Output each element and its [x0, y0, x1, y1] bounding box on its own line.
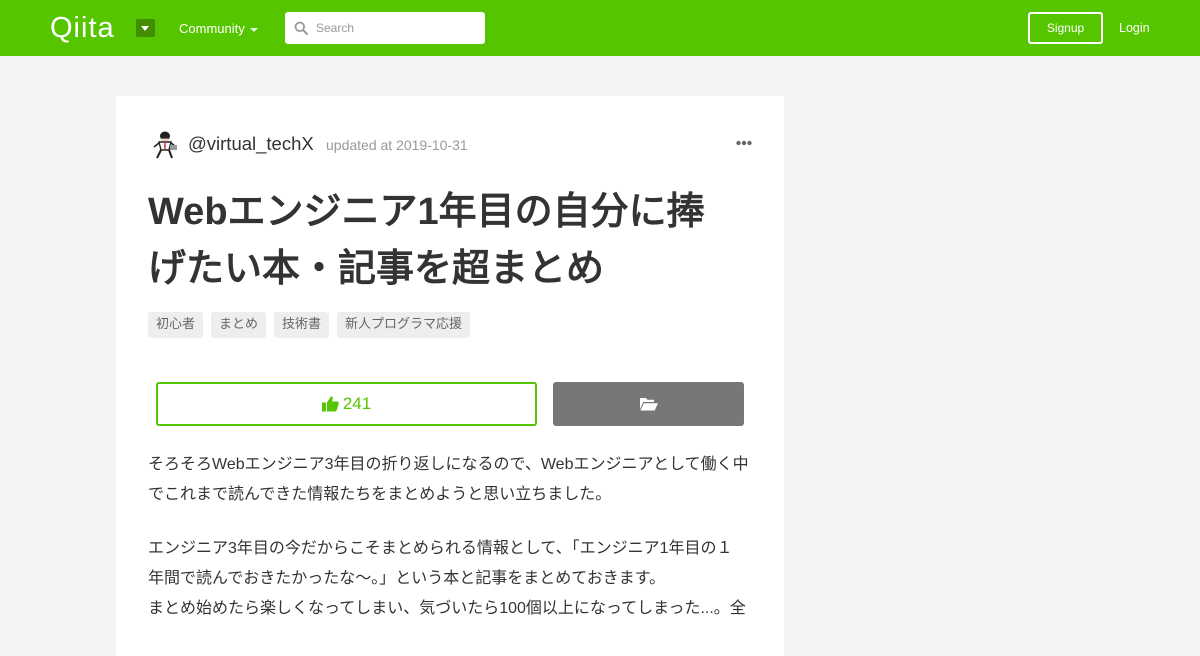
like-button[interactable]: 241 [156, 382, 537, 426]
article-title: Webエンジニア1年目の自分に捧 げたい本・記事を超まとめ [148, 184, 758, 298]
logo-dropdown-button[interactable] [136, 19, 155, 37]
paragraph-line: でこれまで読んできた情報たちをまとめようと思い立ちました。 [148, 486, 612, 503]
site-header: Qiita Community Signup Login [0, 0, 1200, 56]
article-title-line: げたい本・記事を超まとめ [148, 248, 605, 290]
search-icon [294, 21, 308, 35]
folder-open-icon [639, 398, 658, 411]
tag-list: 初心者 まとめ 技術書 新人プログラマ応援 [148, 312, 471, 338]
search-input[interactable] [316, 12, 476, 44]
chevron-down-icon[interactable] [250, 28, 258, 32]
updated-date: updated at 2019-10-31 [326, 137, 468, 153]
paragraph-line: 年間で読んでおきたかったな〜。」という本と記事をまとめておきます。 [148, 570, 666, 587]
paragraph-line: そろそろWebエンジニア3年目の折り返しになるので、Webエンジニアとして働く中 [148, 456, 749, 473]
tag[interactable]: 初心者 [148, 312, 204, 338]
tag[interactable]: 技術書 [274, 312, 330, 338]
paragraph-line: エンジニア3年目の今だからこそまとめられる情報として、「エンジニア1年目の１ [148, 540, 733, 557]
tag[interactable]: まとめ [211, 312, 267, 338]
login-link[interactable]: Login [1119, 12, 1150, 44]
paragraph: そろそろWebエンジニア3年目の折り返しになるので、Webエンジニアとして働く中… [148, 450, 758, 510]
user-avatar[interactable] [148, 128, 180, 160]
tag[interactable]: 新人プログラマ応援 [337, 312, 471, 338]
search-box[interactable] [285, 12, 485, 44]
stock-button[interactable] [553, 382, 744, 426]
community-menu-label[interactable]: Community [179, 20, 245, 38]
paragraph: エンジニア3年目の今だからこそまとめられる情報として、「エンジニア1年目の１ 年… [148, 534, 758, 624]
qiita-logo[interactable]: Qiita [50, 12, 115, 44]
more-icon[interactable] [736, 140, 752, 146]
like-count: 241 [342, 394, 372, 413]
paragraph-line: まとめ始めたら楽しくなってしまい、気づいたら100個以上になってしまった...。… [148, 600, 746, 617]
article-title-line: Webエンジニア1年目の自分に捧 [148, 191, 705, 233]
thumbs-up-icon [321, 396, 339, 412]
article-card: @virtual_techX updated at 2019-10-31 Web… [116, 96, 784, 656]
author-name[interactable]: @virtual_techX [188, 132, 314, 156]
signup-button[interactable]: Signup [1028, 12, 1103, 44]
